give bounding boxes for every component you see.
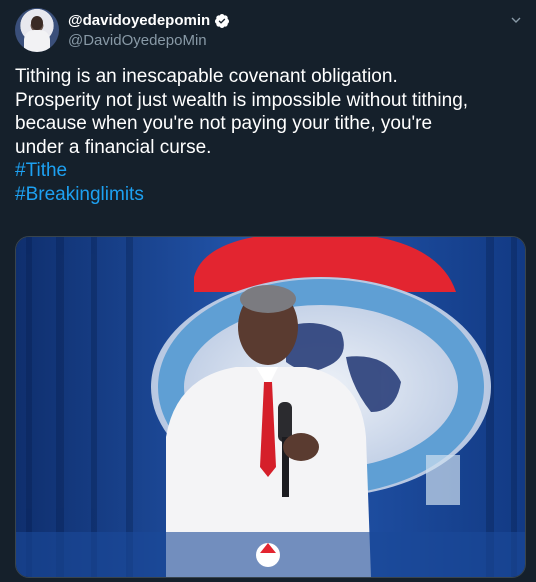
tweet-text: Tithing is an inescapable covenant oblig…	[15, 65, 525, 206]
hashtag-breakinglimits[interactable]: #Breakinglimits	[15, 183, 525, 207]
speaker-hand	[283, 433, 319, 461]
tweet-card: @davidoyedepomin @DavidOyedepoMin Tithin…	[0, 0, 536, 582]
water-glass	[426, 455, 460, 505]
avatar[interactable]	[15, 8, 59, 52]
tweet-text-line: Prosperity not just wealth is impossible…	[15, 89, 469, 111]
hashtag-tithe[interactable]: #Tithe	[15, 159, 525, 183]
chevron-down-icon[interactable]	[508, 12, 524, 28]
display-name-row: @davidoyedepomin	[68, 11, 230, 30]
verified-badge-icon	[215, 13, 230, 28]
avatar-head	[31, 16, 43, 30]
tweet-text-line: Tithing is an inescapable covenant oblig…	[15, 66, 398, 87]
tweet-photo[interactable]	[15, 236, 526, 578]
display-name[interactable]: @davidoyedepomin	[68, 12, 210, 29]
author-info: @davidoyedepomin @DavidOyedepoMin	[68, 11, 230, 49]
handle[interactable]: @DavidOyedepoMin	[68, 32, 230, 49]
photo-illustration	[16, 237, 525, 577]
tweet-text-line: because when you're not paying your tith…	[15, 113, 433, 134]
avatar-body	[24, 30, 50, 52]
speaker-hair	[240, 285, 296, 313]
tweet-text-line: under a financial curse.	[15, 136, 212, 158]
